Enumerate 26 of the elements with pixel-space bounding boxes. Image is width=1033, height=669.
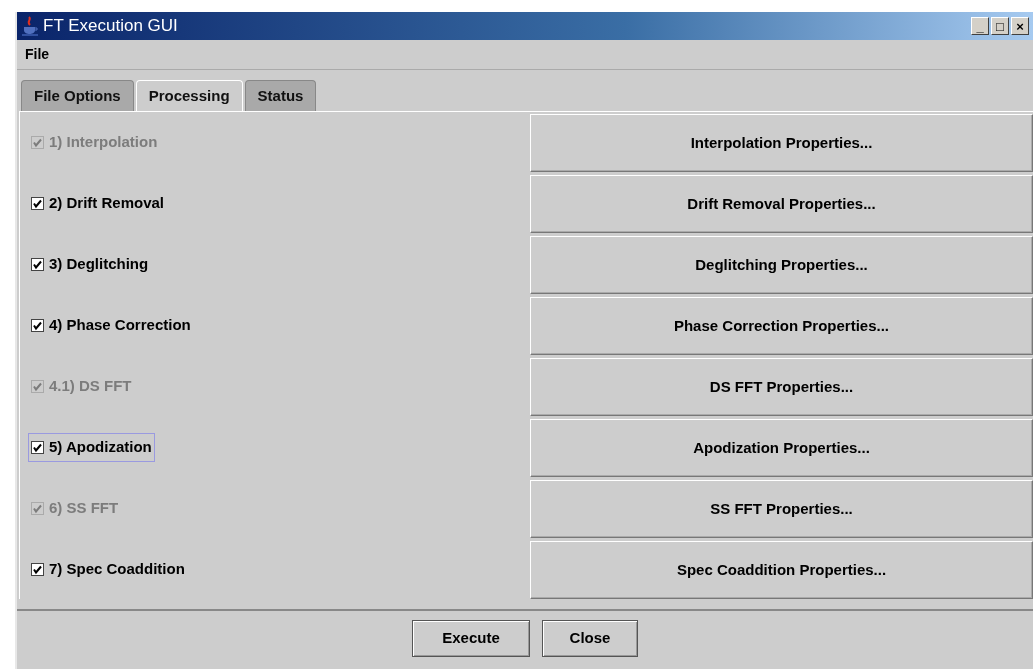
- checkbox-box[interactable]: [31, 258, 44, 271]
- properties-button[interactable]: Phase Correction Properties...: [530, 297, 1033, 355]
- menu-item[interactable]: File: [25, 44, 50, 65]
- checkbox-box[interactable]: [31, 441, 44, 454]
- tab[interactable]: Processing: [135, 80, 243, 111]
- properties-button[interactable]: Deglitching Properties...: [530, 236, 1033, 294]
- properties-button[interactable]: Drift Removal Properties...: [530, 175, 1033, 233]
- properties-button[interactable]: Apodization Properties...: [530, 419, 1033, 477]
- tab[interactable]: File Options: [21, 80, 134, 111]
- maximize-button[interactable]: □: [991, 17, 1009, 35]
- properties-button[interactable]: Spec Coaddition Properties...: [530, 541, 1033, 599]
- checkbox-box[interactable]: [31, 319, 44, 332]
- close-button[interactable]: Close: [542, 620, 638, 657]
- checkbox[interactable]: 2) Drift Removal: [28, 189, 168, 218]
- tab[interactable]: Status: [244, 80, 317, 111]
- checkbox[interactable]: 3) Deglitching: [28, 250, 152, 279]
- checkbox[interactable]: 5) Apodization: [28, 433, 155, 462]
- minimize-button[interactable]: _: [971, 17, 989, 35]
- close-button[interactable]: ×: [1011, 17, 1029, 35]
- checkbox[interactable]: 7) Spec Coaddition: [28, 555, 188, 584]
- checkbox[interactable]: 4) Phase Correction: [28, 311, 194, 340]
- checkbox-box[interactable]: [31, 563, 44, 576]
- window-title: FT Execution GUI: [43, 15, 178, 38]
- checkbox-box[interactable]: [31, 197, 44, 210]
- cup-icon: [21, 16, 39, 36]
- execute-button[interactable]: Execute: [412, 620, 530, 657]
